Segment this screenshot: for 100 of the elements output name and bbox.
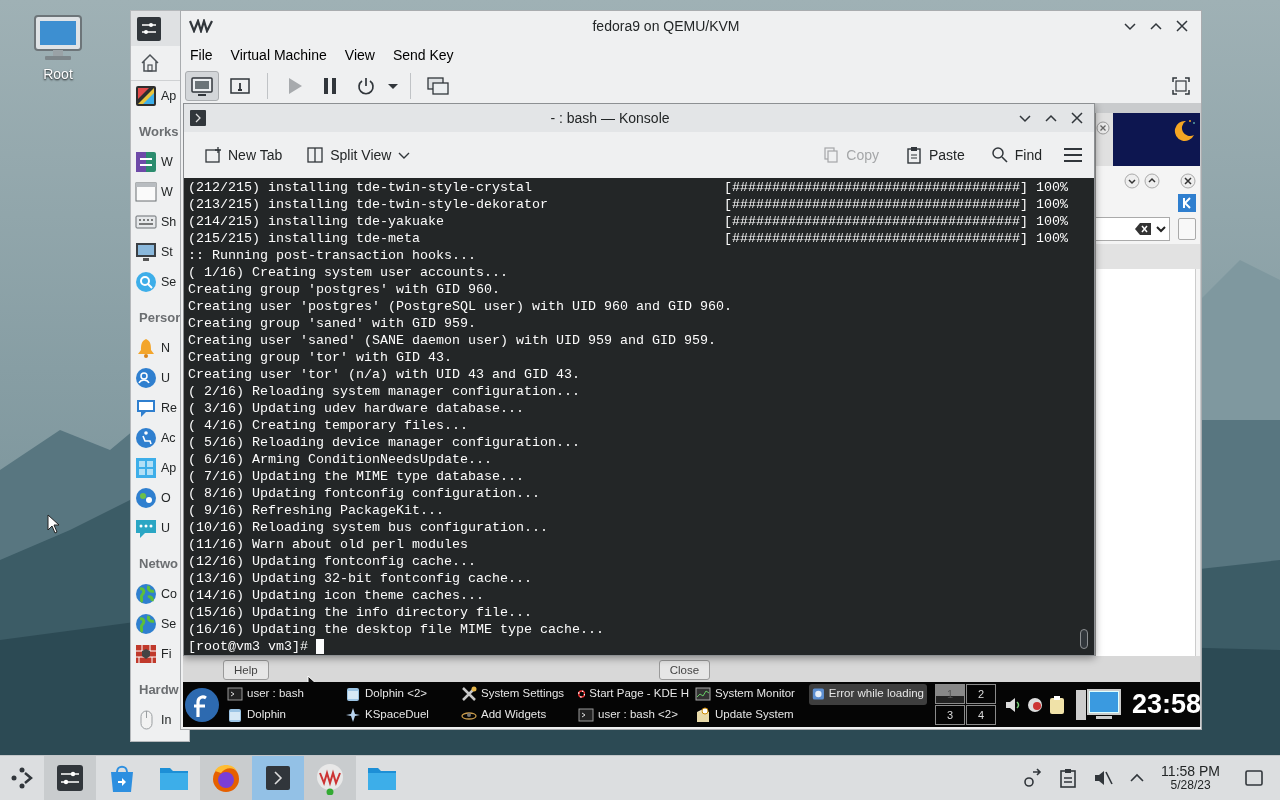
sidebar-item[interactable]: Fi [161, 644, 172, 664]
launcher-icon[interactable] [9, 765, 35, 791]
menu-item[interactable]: Virtual Machine [225, 42, 332, 68]
clipboard-icon[interactable] [1059, 768, 1078, 788]
task-button[interactable]: user : bash <2> [575, 704, 692, 726]
sidebar-item[interactable]: St [161, 242, 173, 262]
sliders-icon [135, 151, 157, 173]
terminal-line: ( 4/16) Creating temporary files... [188, 417, 469, 434]
terminal-line: (215/215) installing tde-meta [188, 230, 421, 247]
sidebar-item[interactable]: W [161, 152, 173, 172]
terminal[interactable] [184, 178, 1094, 655]
task-button[interactable]: Error while loading [809, 683, 927, 705]
terminal-line: ( 3/16) Updating udev hardware database... [188, 400, 525, 417]
task-button[interactable]: Add Widgets [458, 704, 575, 726]
muted-speaker-icon[interactable] [1093, 768, 1114, 788]
task-button[interactable]: System Monitor [692, 683, 809, 705]
sidebar-item[interactable]: Se [161, 272, 177, 292]
section-header: Netwo [138, 554, 179, 573]
terminal-line: Creating group 'tor' with GID 43. [188, 349, 453, 366]
task-button[interactable]: KSpaceDuel [342, 704, 458, 726]
sidebar-item[interactable]: Co [161, 584, 177, 604]
folder-icon [345, 686, 361, 702]
show-desktop-icon[interactable] [1244, 768, 1264, 789]
clock[interactable]: 11:58 PM [1161, 764, 1220, 779]
toolbar-button[interactable]: Split View [300, 140, 418, 170]
toolbar-button[interactable]: Paste [898, 140, 971, 170]
grid-icon [135, 457, 157, 479]
sidebar-item[interactable]: O [161, 488, 171, 508]
menu-item[interactable]: Send Key [387, 42, 459, 68]
task-button[interactable]: System Settings [458, 683, 575, 705]
sidebar-item[interactable]: Se [161, 614, 177, 634]
task-button[interactable]: user : bash [224, 683, 342, 705]
taskbar-button[interactable] [44, 756, 96, 800]
window-title: - : bash — Konsole [549, 108, 671, 128]
section-header: Persor [138, 308, 182, 327]
menu-item[interactable]: View [339, 42, 380, 68]
window-icon [135, 181, 157, 203]
desktop-pager-cell[interactable]: 4 [966, 705, 996, 725]
terminal-line: Creating group 'postgres' with GID 960. [188, 281, 501, 298]
clipboard-icon [904, 146, 923, 164]
view-button[interactable] [185, 71, 219, 101]
terminal-line: (16/16) Updating the desktop file MIME type cache... [188, 621, 605, 638]
taskbar-button[interactable] [200, 756, 252, 800]
fullscreen-icon [1170, 75, 1192, 97]
taskbar-button[interactable] [252, 756, 304, 800]
sidebar-item[interactable]: U [161, 368, 171, 388]
close-icon[interactable] [1180, 173, 1196, 189]
combo-field[interactable] [1096, 217, 1170, 241]
chat-icon [135, 397, 157, 419]
task-button[interactable]: Start Page - KDE H [575, 683, 692, 705]
new-tab-icon [204, 146, 222, 164]
desktop-pager-cell[interactable]: 3 [935, 705, 965, 725]
dialog-button[interactable]: Help [223, 660, 269, 680]
task-button[interactable]: Dolphin <2> [342, 683, 458, 705]
terminal-line: Creating user 'tor' (n/a) with UID 43 and GID 43. [188, 366, 581, 383]
chat-dots-icon [135, 517, 157, 539]
sidebar-item[interactable]: In [161, 710, 172, 730]
split-view-icon [306, 146, 325, 164]
globe-icon [135, 613, 157, 635]
sidebar-item[interactable]: W [161, 182, 173, 202]
sidebar-item[interactable]: Ap [161, 86, 177, 106]
taskbar-button[interactable] [304, 756, 356, 800]
logo-icon[interactable] [184, 686, 220, 723]
desktop-pager-cell[interactable]: 2 [966, 684, 996, 704]
caret-icon[interactable] [1155, 223, 1167, 235]
bell-icon [135, 337, 157, 359]
monitor-icon [135, 241, 157, 263]
speaker-icon[interactable] [1004, 695, 1022, 714]
menu-item[interactable]: File [185, 42, 218, 68]
sidebar-item[interactable]: U [161, 518, 171, 538]
accessibility-icon [135, 427, 157, 449]
sidebar-item[interactable]: Sh [161, 212, 177, 232]
terminal-line: ( 1/16) Creating system user accounts... [188, 264, 509, 281]
minimize-icon[interactable] [1124, 173, 1140, 189]
terminal-line: ( 6/16) Arming ConditionNeedsUpdate... [188, 451, 493, 468]
terminal-line: :: Running post-transaction hooks... [188, 247, 477, 264]
headset-icon[interactable] [1026, 695, 1044, 714]
clear-icon[interactable] [1135, 223, 1151, 235]
terminal-line: (15/16) Updating the info directory file... [188, 604, 533, 621]
terminal-icon [190, 110, 206, 126]
maximize-icon[interactable] [1144, 173, 1160, 189]
task-button[interactable]: Dolphin [224, 704, 342, 726]
date-text[interactable]: 5/28/23 [1170, 779, 1211, 792]
sidebar-item[interactable]: Ac [161, 428, 176, 448]
dialog-button[interactable]: Close [658, 660, 711, 680]
clock[interactable]: 23:58 [1132, 684, 1201, 725]
toolbar-button[interactable]: New Tab [198, 140, 289, 170]
sidebar-item[interactable]: Ap [161, 458, 177, 478]
task-button[interactable]: Update System [692, 704, 809, 726]
toolbar-button[interactable]: Find [984, 140, 1048, 170]
menu-icon[interactable] [1062, 146, 1084, 164]
percent-text: 100% [1036, 180, 1068, 195]
sidebar-item[interactable]: N [161, 338, 171, 358]
sidebar-item[interactable]: Re [161, 398, 177, 418]
sliders-icon[interactable] [137, 16, 161, 41]
home-icon[interactable] [139, 52, 161, 74]
brick-wall-icon [135, 643, 157, 665]
clipboard-icon[interactable] [1048, 694, 1066, 715]
scrollbar-handle[interactable] [1080, 629, 1088, 649]
network-icon[interactable] [1023, 768, 1044, 788]
